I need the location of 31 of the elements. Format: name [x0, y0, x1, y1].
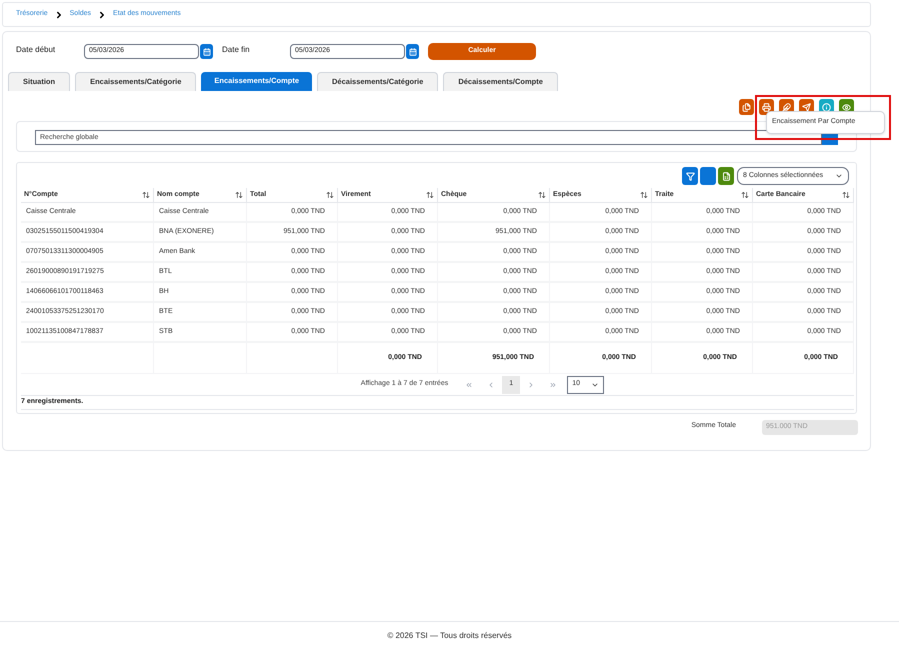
date-label: Date fin — [222, 45, 251, 55]
sort-icon — [640, 191, 648, 199]
sort-icon — [235, 191, 243, 199]
filter-button[interactable] — [682, 167, 698, 185]
date-label: Date début — [16, 45, 56, 55]
filter-icon — [686, 172, 694, 180]
sort-icon — [538, 191, 546, 199]
calendar-icon — [408, 48, 416, 56]
excel-export-button[interactable] — [718, 167, 734, 185]
copyright-text: © 2026 TSI — Tous droits réservés — [387, 630, 512, 640]
sort-icon — [741, 191, 749, 199]
calendar-button[interactable] — [200, 44, 213, 59]
sort-icon — [326, 191, 334, 199]
sort-icon — [426, 191, 434, 199]
sort-icon — [142, 191, 150, 199]
toolbar-button[interactable] — [759, 99, 774, 115]
printer-icon — [762, 102, 771, 112]
eye-icon — [842, 102, 851, 112]
double-chevron-right-icon — [549, 380, 558, 388]
files-icon — [742, 102, 751, 112]
spreadsheet-icon — [722, 172, 730, 180]
calendar-icon — [202, 48, 210, 56]
blank-button[interactable] — [700, 167, 716, 185]
double-chevron-left-icon — [465, 380, 474, 388]
calendar-button[interactable] — [406, 44, 419, 59]
sort-icon — [842, 191, 850, 199]
feather-icon — [782, 102, 791, 112]
paper-plane-icon — [802, 102, 811, 112]
chevron-down-icon — [835, 172, 843, 180]
toolbar-button[interactable] — [739, 99, 754, 115]
info-icon — [822, 102, 831, 112]
